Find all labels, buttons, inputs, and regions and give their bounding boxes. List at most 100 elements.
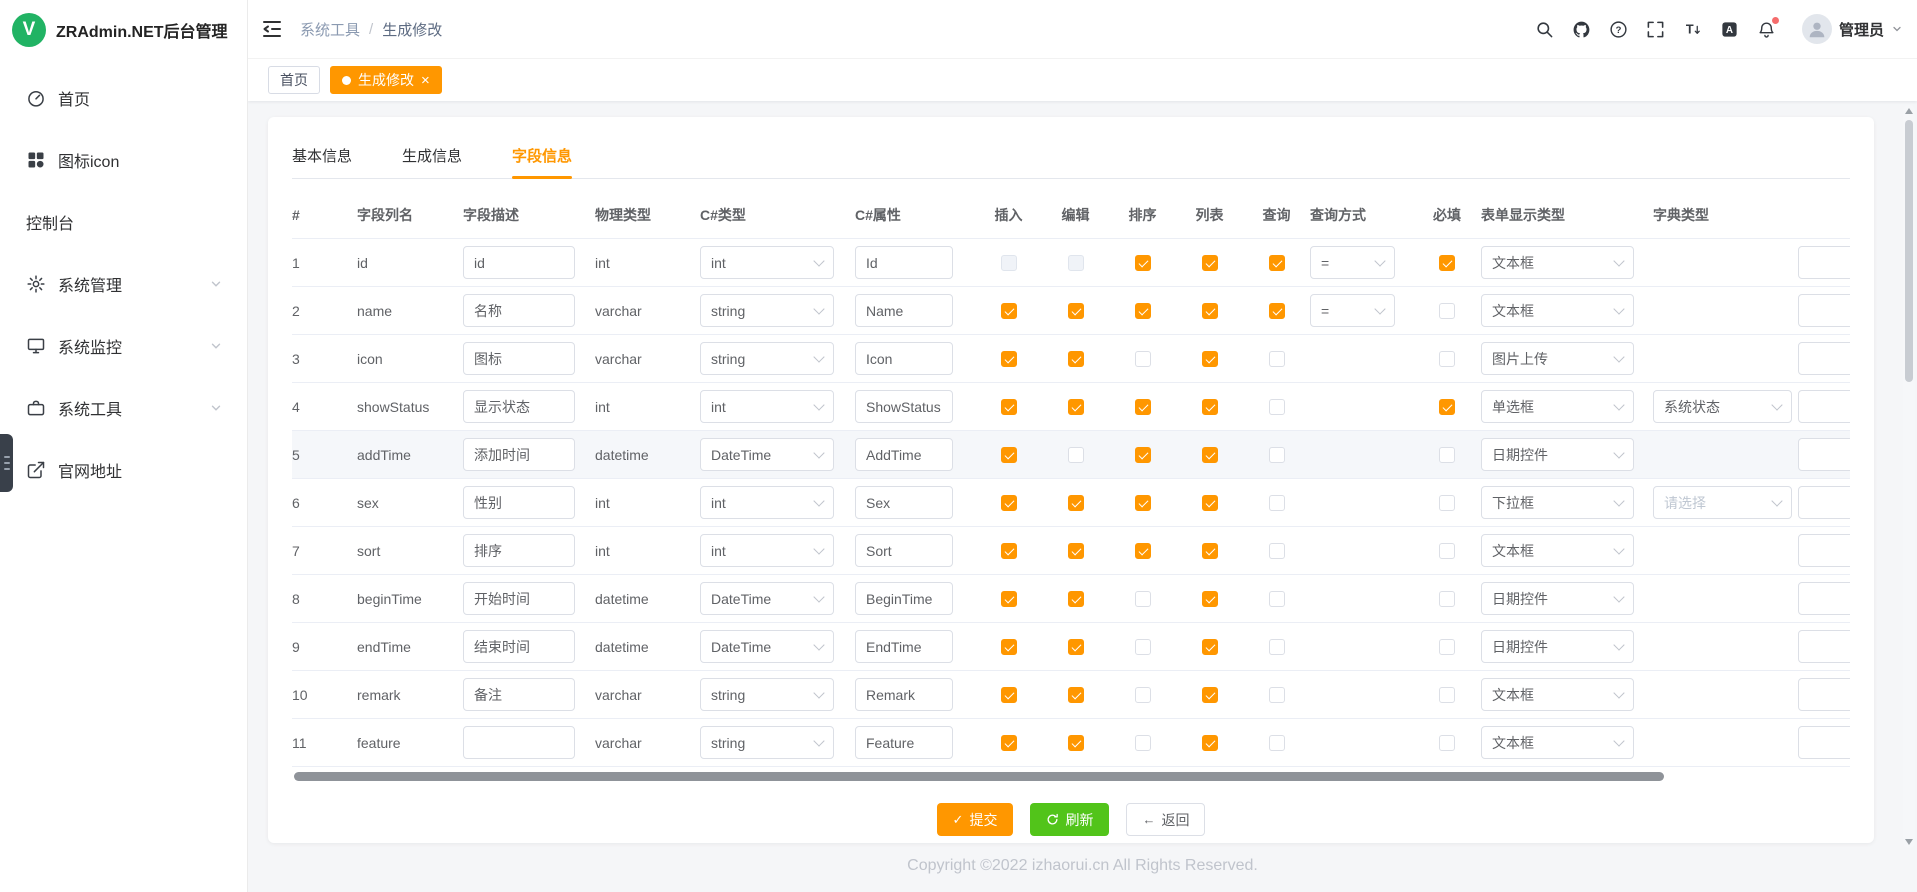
display-type-select[interactable]: 文本框	[1481, 726, 1634, 759]
csharp-property-input[interactable]: EndTime	[855, 630, 953, 663]
back-button[interactable]: ←返回	[1126, 803, 1205, 836]
sort-checkbox[interactable]	[1135, 687, 1151, 703]
list-checkbox[interactable]	[1202, 351, 1218, 367]
sort-checkbox[interactable]	[1135, 303, 1151, 319]
edit-checkbox[interactable]	[1068, 255, 1084, 271]
display-type-select[interactable]: 文本框	[1481, 678, 1634, 711]
vertical-scrollbar-thumb[interactable]	[1905, 120, 1913, 382]
extra-input[interactable]	[1798, 342, 1850, 375]
field-description-input[interactable]: 结束时间	[463, 630, 575, 663]
insert-checkbox[interactable]	[1001, 687, 1017, 703]
csharp-property-input[interactable]: Feature	[855, 726, 953, 759]
tab-field-info[interactable]: 字段信息	[512, 135, 572, 178]
edit-checkbox[interactable]	[1068, 447, 1084, 463]
list-checkbox[interactable]	[1202, 687, 1218, 703]
sidebar-item-system-tools[interactable]: 系统工具	[0, 377, 247, 439]
display-type-select[interactable]: 日期控件	[1481, 630, 1634, 663]
edit-checkbox[interactable]	[1068, 543, 1084, 559]
query-type-select[interactable]: =	[1310, 294, 1395, 327]
required-checkbox[interactable]	[1439, 447, 1455, 463]
csharp-type-select[interactable]: int	[700, 246, 834, 279]
csharp-property-input[interactable]: Name	[855, 294, 953, 327]
list-checkbox[interactable]	[1202, 447, 1218, 463]
sort-checkbox[interactable]	[1135, 399, 1151, 415]
field-description-input[interactable]: 图标	[463, 342, 575, 375]
help-icon[interactable]: ?	[1609, 20, 1628, 39]
csharp-property-input[interactable]: Sex	[855, 486, 953, 519]
required-checkbox[interactable]	[1439, 495, 1455, 511]
display-type-select[interactable]: 下拉框	[1481, 486, 1634, 519]
display-type-select[interactable]: 日期控件	[1481, 438, 1634, 471]
display-type-select[interactable]: 文本框	[1481, 246, 1634, 279]
bell-icon[interactable]	[1757, 20, 1776, 39]
insert-checkbox[interactable]	[1001, 255, 1017, 271]
list-checkbox[interactable]	[1202, 735, 1218, 751]
breadcrumb-parent[interactable]: 系统工具	[300, 19, 360, 40]
edit-checkbox[interactable]	[1068, 591, 1084, 607]
query-checkbox[interactable]	[1269, 687, 1285, 703]
extra-input[interactable]	[1798, 438, 1850, 471]
sort-checkbox[interactable]	[1135, 351, 1151, 367]
display-type-select[interactable]: 单选框	[1481, 390, 1634, 423]
tag-home[interactable]: 首页	[268, 66, 320, 94]
required-checkbox[interactable]	[1439, 399, 1455, 415]
extra-input[interactable]	[1798, 294, 1850, 327]
query-checkbox[interactable]	[1269, 399, 1285, 415]
csharp-property-input[interactable]: AddTime	[855, 438, 953, 471]
edit-checkbox[interactable]	[1068, 495, 1084, 511]
user-menu[interactable]: 管理员	[1802, 14, 1903, 44]
csharp-type-select[interactable]: string	[700, 294, 834, 327]
csharp-type-select[interactable]: string	[700, 342, 834, 375]
list-checkbox[interactable]	[1202, 543, 1218, 559]
insert-checkbox[interactable]	[1001, 495, 1017, 511]
insert-checkbox[interactable]	[1001, 639, 1017, 655]
insert-checkbox[interactable]	[1001, 447, 1017, 463]
sidebar-collapse-icon[interactable]	[260, 17, 284, 41]
sort-checkbox[interactable]	[1135, 735, 1151, 751]
fullscreen-icon[interactable]	[1646, 20, 1665, 39]
csharp-property-input[interactable]: Icon	[855, 342, 953, 375]
csharp-type-select[interactable]: int	[700, 534, 834, 567]
field-description-input[interactable]: 备注	[463, 678, 575, 711]
dict-type-select[interactable]: 系统状态	[1653, 390, 1792, 423]
extra-input[interactable]	[1798, 726, 1850, 759]
field-description-input[interactable]: 性别	[463, 486, 575, 519]
sidebar-item-system-manage[interactable]: 系统管理	[0, 253, 247, 315]
scroll-down-arrow[interactable]	[1905, 839, 1913, 845]
extra-input[interactable]	[1798, 630, 1850, 663]
tab-basic-info[interactable]: 基本信息	[292, 135, 352, 178]
tab-generate-info[interactable]: 生成信息	[402, 135, 462, 178]
csharp-property-input[interactable]: Id	[855, 246, 953, 279]
extra-input[interactable]	[1798, 486, 1850, 519]
insert-checkbox[interactable]	[1001, 303, 1017, 319]
list-checkbox[interactable]	[1202, 303, 1218, 319]
extra-input[interactable]	[1798, 582, 1850, 615]
extra-input[interactable]	[1798, 678, 1850, 711]
query-type-select[interactable]: =	[1310, 246, 1395, 279]
csharp-type-select[interactable]: DateTime	[700, 582, 834, 615]
csharp-type-select[interactable]: DateTime	[700, 630, 834, 663]
insert-checkbox[interactable]	[1001, 591, 1017, 607]
language-icon[interactable]: A	[1720, 20, 1739, 39]
display-type-select[interactable]: 文本框	[1481, 294, 1634, 327]
field-description-input[interactable]	[463, 726, 575, 759]
sidebar-item-home[interactable]: 首页	[0, 67, 247, 129]
list-checkbox[interactable]	[1202, 255, 1218, 271]
font-size-icon[interactable]: T	[1683, 20, 1702, 39]
csharp-property-input[interactable]: BeginTime	[855, 582, 953, 615]
required-checkbox[interactable]	[1439, 639, 1455, 655]
search-icon[interactable]	[1535, 20, 1554, 39]
extra-input[interactable]	[1798, 246, 1850, 279]
sort-checkbox[interactable]	[1135, 255, 1151, 271]
csharp-type-select[interactable]: string	[700, 678, 834, 711]
insert-checkbox[interactable]	[1001, 543, 1017, 559]
csharp-type-select[interactable]: int	[700, 486, 834, 519]
required-checkbox[interactable]	[1439, 735, 1455, 751]
settings-drawer-handle[interactable]	[0, 434, 13, 492]
csharp-property-input[interactable]: Sort	[855, 534, 953, 567]
sidebar-item-official-site[interactable]: 官网地址	[0, 439, 247, 501]
csharp-type-select[interactable]: DateTime	[700, 438, 834, 471]
display-type-select[interactable]: 文本框	[1481, 534, 1634, 567]
query-checkbox[interactable]	[1269, 351, 1285, 367]
required-checkbox[interactable]	[1439, 255, 1455, 271]
